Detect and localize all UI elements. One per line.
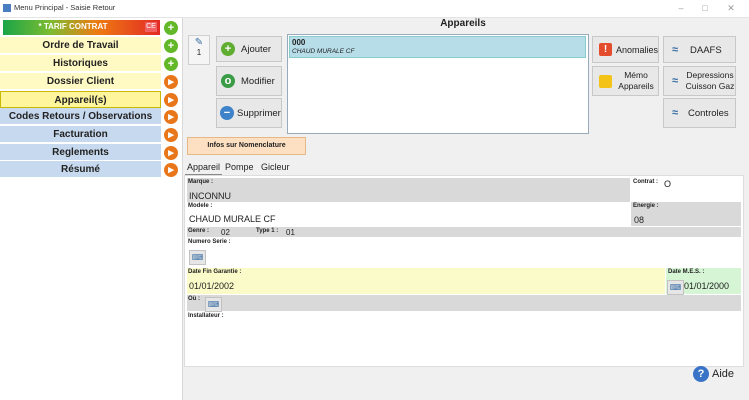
modify-button[interactable]: o Modifier (216, 66, 282, 96)
controles-label: Controles (688, 108, 729, 119)
modele-label: Modele : (188, 203, 213, 209)
marque-value[interactable]: INCONNU (189, 191, 231, 201)
sidebar-item-appareils[interactable]: Appareil(s) (0, 91, 161, 108)
sidebar: * TARIF CONTRAT CE + Ordre de Travail + … (0, 18, 183, 400)
sidebar-item-reglements[interactable]: Reglements (0, 144, 161, 161)
arrow-icon[interactable]: ▸ (164, 146, 178, 160)
contract-close-button[interactable]: CE (145, 22, 157, 32)
maximize-button[interactable]: □ (694, 1, 716, 15)
appliance-code: 000 (292, 38, 306, 47)
type-value[interactable]: 01 (286, 228, 295, 237)
sidebar-item-ordre-de-travail[interactable]: Ordre de Travail (0, 37, 161, 54)
daafs-button[interactable]: ≈ DAAFS (663, 36, 736, 63)
wave-icon: ≈ (672, 107, 679, 119)
sidebar-item-codes-retours[interactable]: Codes Retours / Observations (0, 108, 161, 125)
title-bar: Menu Principal - Saisie Retour – □ ✕ (0, 0, 749, 18)
sidebar-item-resume[interactable]: Résumé (0, 161, 161, 178)
calendar-icon[interactable]: ⌨ (667, 280, 684, 295)
minus-icon: − (220, 106, 234, 120)
scan-icon[interactable]: ⌨ (189, 250, 206, 265)
energie-label: Energie : (633, 203, 659, 209)
controles-button[interactable]: ≈ Controles (663, 98, 736, 128)
tab-gicleur[interactable]: Gicleur (259, 160, 292, 174)
arrow-icon[interactable]: ▸ (164, 163, 178, 177)
add-button-label: Ajouter (241, 44, 272, 55)
appliance-form: Marque : INCONNU Contrat : O Modele : CH… (184, 175, 744, 367)
appliance-count[interactable]: ✎ 1 (188, 35, 210, 65)
pin-icon: ✎ (194, 37, 204, 48)
memo-button[interactable]: Mémo Appareils (592, 66, 659, 96)
garantie-label: Date Fin Garantie : (188, 269, 242, 275)
contrat-value[interactable]: O (664, 179, 671, 189)
depressions-label: Depressions Cuisson Gaz (685, 70, 735, 91)
genre-value[interactable]: 02 (221, 228, 230, 237)
energie-value[interactable]: 08 (634, 215, 644, 225)
garantie-field-bg (187, 268, 665, 294)
minimize-button[interactable]: – (670, 1, 692, 15)
arrow-icon[interactable]: ▸ (164, 110, 178, 124)
close-button[interactable]: ✕ (720, 1, 742, 15)
plus-icon: + (221, 42, 235, 56)
contract-banner[interactable]: * TARIF CONTRAT CE (3, 20, 160, 35)
serie-label: Numero Serie : (188, 239, 231, 245)
daafs-label: DAAFS (690, 45, 722, 56)
plus-icon[interactable]: + (164, 57, 178, 71)
tab-pompe[interactable]: Pompe (223, 160, 256, 174)
edit-icon: o (221, 74, 235, 88)
ou-field-bg (187, 295, 741, 311)
nomenclature-button[interactable]: Infos sur Nomenclature (187, 137, 306, 155)
marque-field-bg (187, 178, 630, 202)
arrow-icon[interactable]: ▸ (164, 93, 178, 107)
anomalies-button[interactable]: ! Anomalies (592, 36, 659, 63)
location-icon[interactable]: ⌨ (205, 297, 222, 312)
tab-appareil[interactable]: Appareil (185, 160, 223, 176)
mes-label: Date M.E.S. : (668, 269, 705, 275)
window-title: Menu Principal - Saisie Retour (14, 3, 116, 12)
arrow-icon[interactable]: ▸ (164, 75, 178, 89)
add-button[interactable]: + Ajouter (216, 36, 282, 62)
sidebar-item-dossier-client[interactable]: Dossier Client (0, 73, 161, 90)
count-value: 1 (196, 48, 202, 57)
appliance-list[interactable]: 000 CHAUD MURALE CF (287, 34, 589, 134)
help-icon: ? (693, 366, 709, 382)
sidebar-item-historiques[interactable]: Historiques (0, 55, 161, 72)
modify-button-label: Modifier (241, 76, 275, 87)
help-label: Aide (712, 368, 735, 380)
contrat-label: Contrat : (633, 179, 658, 185)
mes-value[interactable]: 01/01/2000 (684, 281, 729, 291)
warning-icon: ! (599, 43, 612, 56)
anomalies-label: Anomalies (616, 45, 659, 55)
type-label: Type 1 : (256, 228, 279, 234)
memo-icon (599, 75, 612, 88)
marque-label: Marque : (188, 179, 214, 185)
depressions-button[interactable]: ≈ Depressions Cuisson Gaz (663, 66, 736, 96)
delete-button[interactable]: − Supprimer (216, 98, 282, 128)
appliance-name: CHAUD MURALE CF (292, 48, 355, 55)
delete-button-label: Supprimer (237, 108, 281, 119)
wave-icon: ≈ (672, 75, 679, 87)
modele-value[interactable]: CHAUD MURALE CF (189, 214, 276, 224)
list-item[interactable]: 000 CHAUD MURALE CF (289, 36, 586, 58)
arrow-icon[interactable]: ▸ (164, 128, 178, 142)
installateur-label: Installateur : (188, 313, 224, 319)
plus-icon[interactable]: + (164, 21, 178, 35)
ou-label: Où : (188, 296, 200, 302)
garantie-value[interactable]: 01/01/2002 (189, 281, 234, 291)
page-title: Appareils (440, 18, 486, 29)
memo-label: Mémo Appareils (618, 70, 654, 91)
sidebar-item-facturation[interactable]: Facturation (0, 126, 161, 143)
plus-icon[interactable]: + (164, 39, 178, 53)
app-icon (3, 4, 11, 12)
contract-label: * TARIF CONTRAT (38, 22, 108, 31)
genre-label: Genre : (188, 228, 210, 234)
wave-icon: ≈ (672, 44, 679, 56)
